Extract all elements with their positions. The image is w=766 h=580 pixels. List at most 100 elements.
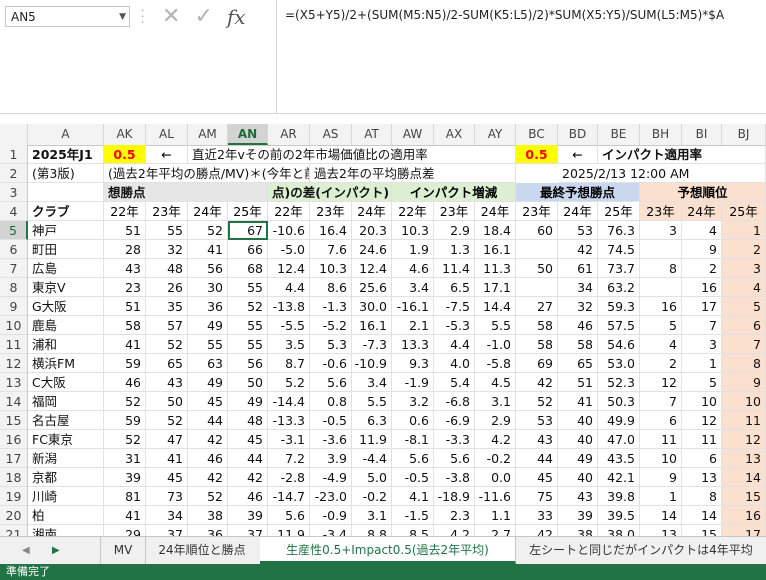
column-header-an[interactable]: AN <box>228 124 268 145</box>
row-header[interactable]: 2 <box>0 164 28 183</box>
data-cell[interactable]: 5.6 <box>310 373 352 392</box>
data-cell[interactable]: -11.6 <box>475 487 516 506</box>
data-cell[interactable]: 73 <box>146 487 188 506</box>
data-cell[interactable]: 48 <box>228 411 268 430</box>
row-header[interactable]: 5 <box>0 221 28 240</box>
data-cell[interactable]: 25.6 <box>352 278 392 297</box>
data-cell[interactable]: 43.5 <box>598 449 640 468</box>
description-cell-3[interactable]: (過去2年平均の勝点/MV)＊(今年と前年のMV <box>104 164 310 183</box>
data-cell[interactable]: 34 <box>558 278 598 297</box>
data-cell[interactable]: 42 <box>228 468 268 487</box>
club-name[interactable]: C大阪 <box>28 373 104 392</box>
data-cell[interactable]: 42 <box>516 373 558 392</box>
year-header[interactable]: 23年 <box>516 202 558 221</box>
tab-scroll-right-icon[interactable]: ▶ <box>52 537 60 564</box>
data-cell[interactable]: 39 <box>558 506 598 525</box>
cell[interactable] <box>28 183 104 202</box>
data-cell[interactable]: 56 <box>188 259 228 278</box>
data-cell[interactable]: 13.3 <box>392 335 434 354</box>
data-cell[interactable]: 50 <box>516 259 558 278</box>
data-cell[interactable]: -10.9 <box>352 354 392 373</box>
data-cell[interactable]: 3.4 <box>352 373 392 392</box>
data-cell[interactable]: -23.0 <box>310 487 352 506</box>
data-cell[interactable]: 56 <box>228 354 268 373</box>
data-cell[interactable]: 5.2 <box>268 373 310 392</box>
data-cell[interactable]: 52 <box>146 335 188 354</box>
data-cell[interactable]: -4.4 <box>352 449 392 468</box>
data-cell[interactable]: 12 <box>722 430 766 449</box>
data-cell[interactable]: 55 <box>228 316 268 335</box>
group-header-impact-diff[interactable]: 点)の差(インパクト) <box>268 183 392 202</box>
data-cell[interactable]: 74.5 <box>598 240 640 259</box>
data-cell[interactable]: -6.8 <box>434 392 475 411</box>
data-cell[interactable]: 63.2 <box>598 278 640 297</box>
data-cell[interactable]: 28 <box>104 240 146 259</box>
data-cell[interactable]: 5 <box>640 316 682 335</box>
data-cell[interactable]: 9 <box>682 240 722 259</box>
year-header[interactable]: 25年 <box>228 202 268 221</box>
description-cell-1[interactable]: 直近2年vその前の2年市場価値比の適用率 <box>188 145 516 164</box>
data-cell[interactable]: 20.3 <box>352 221 392 240</box>
data-cell[interactable]: 49 <box>188 373 228 392</box>
club-name[interactable]: 川崎 <box>28 487 104 506</box>
data-cell[interactable]: 11.3 <box>475 259 516 278</box>
data-cell[interactable]: 2.9 <box>434 221 475 240</box>
formula-input[interactable]: =(X5+Y5)/2+(SUM(M5:N5)/2-SUM(K5:L5)/2)*S… <box>276 0 766 114</box>
data-cell[interactable]: -1.5 <box>392 506 434 525</box>
data-cell[interactable]: 0.0 <box>475 468 516 487</box>
year-header[interactable]: 22年 <box>268 202 310 221</box>
data-cell[interactable]: 57 <box>146 316 188 335</box>
data-cell[interactable]: 3 <box>640 221 682 240</box>
data-cell[interactable]: -13.3 <box>268 411 310 430</box>
version-cell[interactable]: (第3版) <box>28 164 104 183</box>
description-cell-2[interactable]: インパクト適用率 <box>598 145 766 164</box>
data-cell[interactable]: 4.4 <box>434 335 475 354</box>
club-name[interactable]: 湘南 <box>28 525 104 536</box>
data-cell[interactable]: 14 <box>640 506 682 525</box>
data-cell[interactable]: 47 <box>146 430 188 449</box>
data-cell[interactable]: -3.6 <box>310 430 352 449</box>
rate-cell-1[interactable]: 0.5 <box>104 145 146 164</box>
data-cell[interactable]: 12 <box>682 411 722 430</box>
data-cell[interactable]: 66 <box>228 240 268 259</box>
data-cell[interactable]: 61 <box>558 259 598 278</box>
data-cell[interactable]: -0.2 <box>475 449 516 468</box>
club-name[interactable]: 京都 <box>28 468 104 487</box>
year-header[interactable]: 24年 <box>352 202 392 221</box>
data-cell[interactable]: 55 <box>146 221 188 240</box>
column-header-bj[interactable]: BJ <box>722 124 766 145</box>
column-header-am[interactable]: AM <box>188 124 228 145</box>
data-cell[interactable] <box>640 278 682 297</box>
club-name[interactable]: 東京V <box>28 278 104 297</box>
data-cell[interactable]: 4.1 <box>392 487 434 506</box>
data-cell[interactable]: 52 <box>104 430 146 449</box>
data-cell[interactable]: 58 <box>516 316 558 335</box>
data-cell[interactable]: -8.1 <box>392 430 434 449</box>
data-cell[interactable]: 37 <box>146 525 188 536</box>
data-cell[interactable]: 55 <box>188 335 228 354</box>
data-cell[interactable]: 15 <box>682 525 722 536</box>
data-cell[interactable]: 11 <box>722 411 766 430</box>
data-cell[interactable] <box>516 278 558 297</box>
data-cell[interactable] <box>516 240 558 259</box>
data-cell[interactable]: 45 <box>516 468 558 487</box>
data-cell[interactable]: 16 <box>722 506 766 525</box>
data-cell[interactable]: 41 <box>146 449 188 468</box>
data-cell[interactable]: -3.1 <box>268 430 310 449</box>
data-cell[interactable]: 40 <box>558 468 598 487</box>
data-cell[interactable]: 9 <box>640 468 682 487</box>
data-cell[interactable]: 13 <box>722 449 766 468</box>
data-cell[interactable]: 4.2 <box>475 430 516 449</box>
data-cell[interactable]: 6 <box>722 316 766 335</box>
column-header-bd[interactable]: BD <box>558 124 598 145</box>
data-cell[interactable]: 3.5 <box>268 335 310 354</box>
column-header-a[interactable]: A <box>28 124 104 145</box>
data-cell[interactable]: 43 <box>146 373 188 392</box>
data-cell[interactable]: 58 <box>558 335 598 354</box>
data-cell[interactable]: 58 <box>516 335 558 354</box>
data-cell[interactable]: 49 <box>188 316 228 335</box>
data-cell[interactable]: 11.9 <box>268 525 310 536</box>
data-cell[interactable]: 52.3 <box>598 373 640 392</box>
data-cell[interactable]: 11.4 <box>434 259 475 278</box>
column-header-ak[interactable]: AK <box>104 124 146 145</box>
